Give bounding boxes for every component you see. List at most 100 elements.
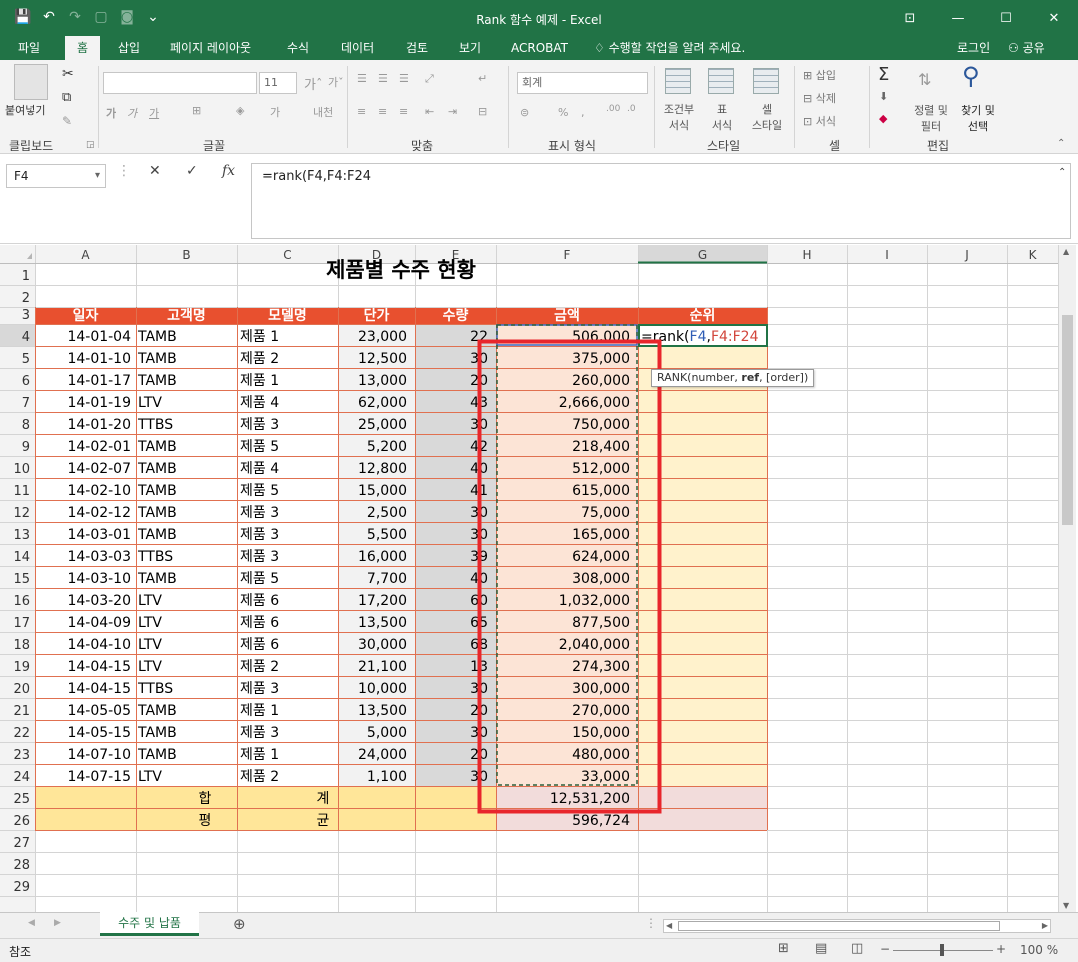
- copy-icon[interactable]: ⧉: [62, 90, 71, 105]
- phonetic-icon[interactable]: 내천: [313, 104, 333, 120]
- tooltip-ref-arg[interactable]: ref: [741, 371, 759, 384]
- font-size-input[interactable]: 11: [259, 72, 297, 94]
- date-cell: 14-04-09: [67, 615, 131, 631]
- font-color-icon[interactable]: 가: [270, 104, 280, 120]
- page-layout-view-icon[interactable]: ▤: [815, 941, 827, 956]
- bottom-align-icon[interactable]: ☰: [399, 72, 409, 85]
- align-left-icon[interactable]: ≡: [357, 105, 366, 118]
- paste-button[interactable]: 붙여넣기: [5, 102, 45, 118]
- price-cell: 16,000: [358, 549, 407, 565]
- tab-formulas[interactable]: 수식: [287, 36, 309, 60]
- zoom-out-icon[interactable]: −: [880, 942, 890, 956]
- clear-icon[interactable]: ◆: [879, 112, 887, 125]
- share-label: 공유: [1022, 41, 1045, 55]
- italic-icon[interactable]: 가: [127, 105, 137, 121]
- tab-page-layout[interactable]: 페이지 레이아웃: [170, 36, 251, 60]
- cancel-icon[interactable]: ✕: [149, 163, 161, 179]
- find-select-button[interactable]: 찾기 및 선택: [955, 102, 1001, 134]
- close-icon[interactable]: ✕: [1030, 0, 1078, 36]
- zoom-level[interactable]: 100 %: [1020, 943, 1058, 957]
- tab-insert[interactable]: 삽입: [118, 36, 140, 60]
- signin-link[interactable]: 로그인: [957, 36, 990, 60]
- page-break-view-icon[interactable]: ◫: [851, 941, 863, 956]
- formula-input[interactable]: =rank(F4,F4:F24: [251, 163, 1071, 239]
- scroll-left-icon[interactable]: ◀: [666, 920, 672, 932]
- vertical-scroll-thumb[interactable]: [1062, 315, 1073, 525]
- next-sheet-icon[interactable]: ▶: [54, 918, 61, 928]
- row-header-11: 11: [13, 484, 30, 499]
- format-cells-button[interactable]: ⊡ 서식: [803, 113, 836, 129]
- insert-cells-icon: ⊞: [803, 69, 816, 82]
- date-cell: 14-07-10: [67, 747, 131, 763]
- ribbon-display-icon[interactable]: ⊡: [886, 0, 934, 36]
- collapse-ribbon-icon[interactable]: ⌃: [1057, 138, 1065, 149]
- tell-me-box[interactable]: ♢ 수행할 작업을 알려 주세요.: [594, 36, 745, 60]
- cell-style-button[interactable]: 셀 스타일: [742, 101, 792, 133]
- comma-icon[interactable]: ,: [581, 106, 585, 119]
- format-painter-icon[interactable]: ✎: [62, 114, 72, 128]
- expand-formula-icon[interactable]: ⌃: [1058, 167, 1066, 178]
- orientation-icon[interactable]: ⤢: [425, 72, 434, 86]
- vertical-scrollbar[interactable]: ▲ ▼: [1058, 245, 1076, 912]
- tab-data[interactable]: 데이터: [341, 36, 374, 60]
- normal-view-icon[interactable]: ⊞: [778, 941, 789, 956]
- enter-icon[interactable]: ✓: [186, 163, 198, 179]
- border-icon[interactable]: ⊞: [192, 104, 201, 117]
- autosum-icon[interactable]: Σ: [878, 64, 889, 85]
- conditional-format-button[interactable]: 조건부 서식: [660, 101, 698, 133]
- rank-cell-fill: [638, 500, 767, 522]
- tab-view[interactable]: 보기: [459, 36, 481, 60]
- scroll-right-icon[interactable]: ▶: [1042, 920, 1048, 932]
- decrease-decimal-icon[interactable]: .0: [627, 104, 636, 114]
- decrease-indent-icon[interactable]: ⇤: [425, 105, 434, 118]
- horizontal-scroll-thumb[interactable]: [678, 921, 1000, 931]
- dialog-launcher-icon[interactable]: ◲: [86, 140, 95, 150]
- currency-icon[interactable]: ⊜: [520, 106, 529, 119]
- delete-cells-button[interactable]: ⊟ 삭제: [803, 90, 836, 106]
- prev-sheet-icon[interactable]: ◀: [28, 918, 35, 928]
- merge-center-icon[interactable]: ⊟: [478, 105, 487, 118]
- bold-icon[interactable]: 가: [106, 105, 116, 121]
- fill-color-icon[interactable]: ◈: [236, 104, 244, 117]
- align-center-icon[interactable]: ≡: [378, 105, 387, 118]
- tab-file[interactable]: 파일: [18, 36, 40, 60]
- tooltip-suffix: , [order]): [759, 371, 809, 384]
- maximize-icon[interactable]: ☐: [982, 0, 1030, 36]
- tab-review[interactable]: 검토: [406, 36, 428, 60]
- add-sheet-icon[interactable]: ⊕: [233, 915, 246, 933]
- grow-font-icon[interactable]: 가ˆ: [304, 74, 322, 93]
- tab-split-handle-icon[interactable]: ⋮: [645, 916, 657, 930]
- table-header-cell: 수량: [443, 308, 469, 324]
- top-align-icon[interactable]: ☰: [357, 72, 367, 85]
- insert-cells-button[interactable]: ⊞ 삽입: [803, 67, 836, 83]
- scroll-up-icon[interactable]: ▲: [1063, 247, 1069, 256]
- insert-function-icon[interactable]: fx: [222, 163, 235, 179]
- zoom-slider-thumb[interactable]: [940, 944, 944, 956]
- increase-decimal-icon[interactable]: .00: [606, 104, 620, 114]
- fill-icon[interactable]: ⬇: [879, 90, 888, 103]
- number-format-select[interactable]: 회계: [517, 72, 648, 94]
- wrap-text-icon[interactable]: ↵: [478, 72, 487, 85]
- cut-icon[interactable]: ✂: [62, 66, 74, 82]
- row-header-1: 1: [22, 269, 30, 284]
- tab-acrobat[interactable]: ACROBAT: [511, 36, 568, 60]
- increase-indent-icon[interactable]: ⇥: [448, 105, 457, 118]
- align-right-icon[interactable]: ≡: [399, 105, 408, 118]
- percent-icon[interactable]: %: [558, 106, 568, 119]
- sort-filter-button[interactable]: 정렬 및 필터: [910, 102, 952, 134]
- tab-home[interactable]: 홈: [65, 36, 101, 60]
- zoom-in-icon[interactable]: +: [996, 942, 1006, 956]
- worksheet-grid[interactable]: A B C D E F G H I J K 1 2 3 4 5 6 7 8 9 10 11 12 13 14 15 16 17 18 19…: [0, 245, 1058, 912]
- underline-icon[interactable]: 가: [149, 105, 159, 121]
- horizontal-scrollbar[interactable]: ◀ ▶: [663, 919, 1051, 933]
- font-name-input[interactable]: [103, 72, 257, 94]
- date-cell: 14-02-07: [67, 461, 131, 477]
- sheet-tab-orders[interactable]: 수주 및 납품: [100, 912, 199, 936]
- minimize-icon[interactable]: —: [934, 0, 982, 36]
- middle-align-icon[interactable]: ☰: [378, 72, 388, 85]
- shrink-font-icon[interactable]: 가ˇ: [328, 74, 344, 90]
- scroll-down-icon[interactable]: ▼: [1063, 901, 1069, 910]
- share-button[interactable]: ⚇ 공유: [1008, 36, 1045, 60]
- table-format-button[interactable]: 표 서식: [703, 101, 741, 133]
- name-box[interactable]: F4: [6, 164, 106, 188]
